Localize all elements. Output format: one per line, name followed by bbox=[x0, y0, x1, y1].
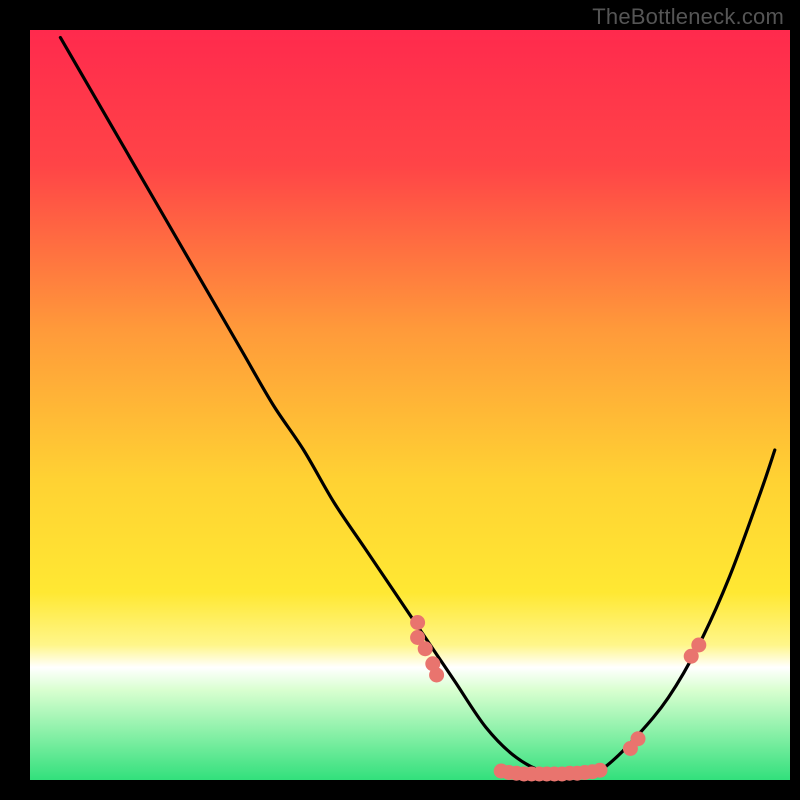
plot-area bbox=[30, 30, 790, 782]
data-point bbox=[593, 763, 608, 778]
data-point bbox=[691, 638, 706, 653]
data-point bbox=[429, 668, 444, 683]
watermark-text: TheBottleneck.com bbox=[592, 4, 784, 30]
bottleneck-chart bbox=[0, 0, 800, 800]
data-point bbox=[631, 731, 646, 746]
plot-background bbox=[30, 30, 790, 780]
chart-container: TheBottleneck.com bbox=[0, 0, 800, 800]
data-point bbox=[418, 641, 433, 656]
data-point bbox=[410, 615, 425, 630]
